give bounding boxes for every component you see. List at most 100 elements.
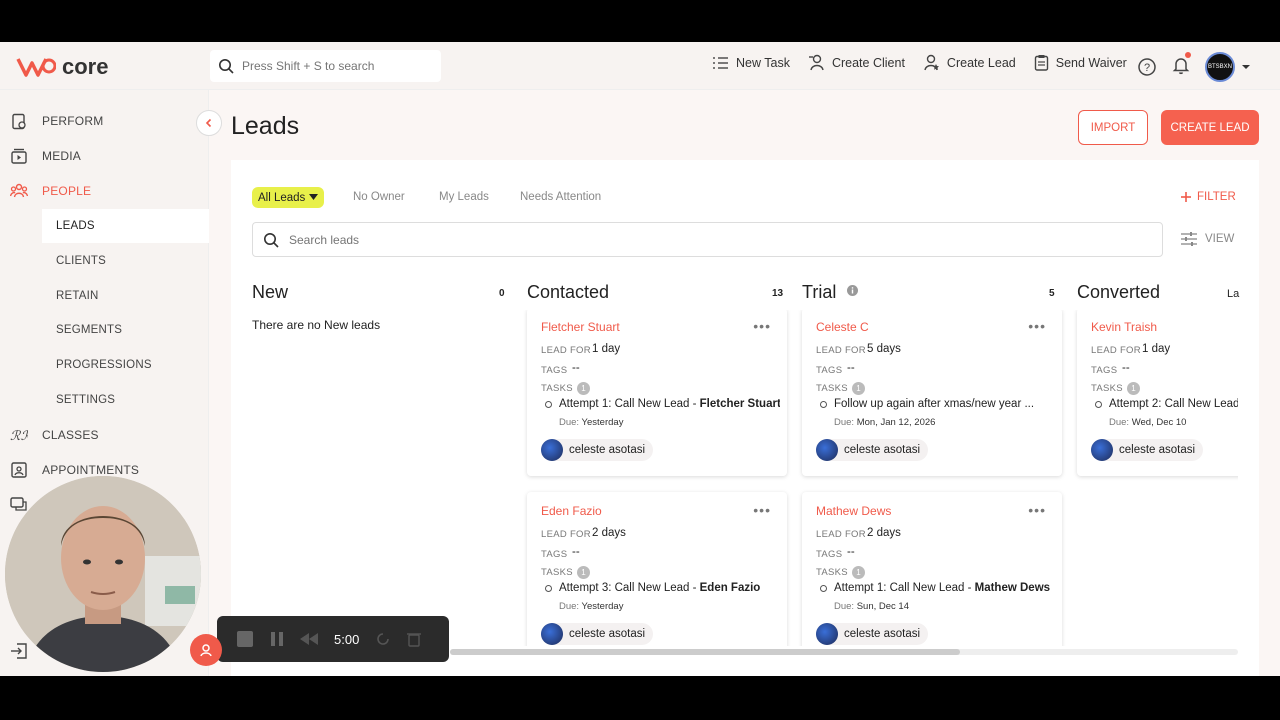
help-icon[interactable]: ? bbox=[1137, 57, 1157, 77]
stop-icon[interactable] bbox=[236, 630, 254, 648]
sidebar-item-leads[interactable]: LEADS bbox=[42, 209, 209, 243]
filter-my-leads[interactable]: My Leads bbox=[439, 191, 489, 203]
info-icon[interactable] bbox=[847, 285, 858, 296]
owner-chip[interactable]: celeste asotasi bbox=[816, 623, 929, 645]
lead-search-input[interactable] bbox=[289, 232, 1089, 247]
sidebar-item-progressions[interactable]: PROGRESSIONS bbox=[42, 348, 209, 382]
lead-card[interactable]: Celeste C ••• LEAD FOR 5 days TAGS -- TA… bbox=[802, 310, 1062, 476]
lead-card[interactable]: Mathew Dews ••• LEAD FOR 2 days TAGS -- … bbox=[802, 492, 1062, 646]
task-item[interactable]: Attempt 2: Call New Lead bbox=[1095, 398, 1238, 410]
lead-name[interactable]: Celeste C bbox=[816, 320, 869, 334]
global-search[interactable] bbox=[210, 50, 441, 82]
task-lead-name: Fletcher Stuart bbox=[699, 398, 780, 410]
rewind-icon[interactable] bbox=[300, 633, 318, 645]
collapse-sidebar-button[interactable] bbox=[196, 110, 222, 136]
send-waiver-button[interactable]: Send Waiver bbox=[1034, 54, 1127, 71]
task-status-icon[interactable] bbox=[1095, 400, 1102, 408]
task-status-icon[interactable] bbox=[820, 400, 827, 408]
global-search-input[interactable] bbox=[242, 59, 422, 73]
view-button[interactable]: VIEW bbox=[1181, 232, 1234, 246]
owner-chip[interactable]: celeste asotasi bbox=[1091, 439, 1204, 461]
lead-name[interactable]: Kevin Traish bbox=[1091, 320, 1157, 334]
chat-icon[interactable] bbox=[10, 495, 28, 513]
filter-all-leads[interactable]: All Leads bbox=[252, 187, 325, 208]
app-window: core New Task Create Client Create Lead … bbox=[0, 42, 1280, 676]
filter-no-owner[interactable]: No Owner bbox=[353, 191, 405, 203]
more-options-icon[interactable]: ••• bbox=[1028, 318, 1046, 334]
column-count-converted: La bbox=[1227, 288, 1240, 300]
logo[interactable]: core bbox=[16, 54, 108, 80]
avatar bbox=[816, 439, 838, 461]
header-icons: ? BTSBXN bbox=[1137, 51, 1251, 82]
column-count-trial: 5 bbox=[1049, 288, 1055, 299]
task-status-icon[interactable] bbox=[545, 584, 552, 592]
more-options-icon[interactable]: ••• bbox=[1028, 502, 1046, 518]
lead-card[interactable]: Fletcher Stuart ••• LEAD FOR 1 day TAGS … bbox=[527, 310, 787, 476]
filter-label: All Leads bbox=[258, 191, 306, 204]
lead-card[interactable]: Eden Fazio ••• LEAD FOR 2 days TAGS -- T… bbox=[527, 492, 787, 646]
plus-icon bbox=[1181, 192, 1191, 202]
task-item[interactable]: Attempt 1: Call New Lead - Fletcher Stua… bbox=[545, 398, 780, 410]
task-item[interactable]: Attempt 3: Call New Lead - Eden Fazio bbox=[545, 582, 780, 594]
sidebar-item-perform[interactable]: PERFORM bbox=[10, 112, 103, 130]
sidebar-item-classes[interactable]: ℛℛ CLASSES bbox=[10, 426, 99, 444]
import-button[interactable]: IMPORT bbox=[1078, 110, 1148, 145]
owner-chip[interactable]: celeste asotasi bbox=[541, 439, 654, 461]
page-title: Leads bbox=[231, 112, 300, 140]
lead-card[interactable]: Kevin Traish LEAD FOR 1 day TAGS -- TASK… bbox=[1077, 310, 1238, 476]
more-options-icon[interactable]: ••• bbox=[753, 502, 771, 518]
avatar bbox=[816, 623, 838, 645]
filter-button[interactable]: FILTER bbox=[1181, 191, 1236, 203]
task-text: Follow up again after xmas/new year ... bbox=[834, 398, 1034, 410]
task-item[interactable]: Follow up again after xmas/new year ... bbox=[820, 398, 1055, 410]
owner-chip[interactable]: celeste asotasi bbox=[541, 623, 654, 645]
new-task-button[interactable]: New Task bbox=[712, 55, 790, 70]
trash-icon[interactable] bbox=[407, 631, 422, 647]
lead-name[interactable]: Eden Fazio bbox=[541, 504, 602, 518]
caret-down-icon bbox=[309, 194, 319, 200]
pause-icon[interactable] bbox=[270, 631, 284, 647]
notifications-button[interactable] bbox=[1171, 51, 1191, 80]
lead-name[interactable]: Fletcher Stuart bbox=[541, 320, 620, 334]
column-title-contacted: Contacted bbox=[527, 282, 610, 302]
filter-needs-attention[interactable]: Needs Attention bbox=[520, 191, 601, 203]
clipboard-check-icon bbox=[12, 113, 26, 130]
task-item[interactable]: Attempt 1: Call New Lead - Mathew Dews bbox=[820, 582, 1055, 594]
lead-for-value: 1 day bbox=[592, 343, 621, 355]
lead-for-label: LEAD FOR bbox=[541, 529, 591, 540]
sidebar-item-segments[interactable]: SEGMENTS bbox=[42, 313, 209, 347]
lead-for-value: 2 days bbox=[592, 527, 626, 539]
lead-name[interactable]: Mathew Dews bbox=[816, 504, 891, 518]
create-lead-button[interactable]: Create Lead bbox=[923, 54, 1016, 71]
sidebar-sub-label: RETAIN bbox=[56, 290, 99, 302]
restart-icon[interactable] bbox=[375, 631, 391, 647]
task-status-icon[interactable] bbox=[820, 584, 827, 592]
tasks-count-badge: 1 bbox=[852, 382, 865, 395]
chevron-down-icon[interactable] bbox=[1241, 62, 1251, 72]
owner-chip[interactable]: celeste asotasi bbox=[816, 439, 929, 461]
logout-icon[interactable] bbox=[10, 642, 28, 660]
recorder-menu-button[interactable] bbox=[190, 634, 222, 666]
sidebar-item-settings[interactable]: SETTINGS bbox=[42, 383, 209, 417]
recorder-logo-icon bbox=[200, 644, 212, 657]
user-avatar[interactable]: BTSBXN bbox=[1205, 52, 1235, 82]
create-lead-main-button[interactable]: CREATE LEAD bbox=[1161, 110, 1259, 145]
more-options-icon[interactable]: ••• bbox=[753, 318, 771, 334]
sidebar-item-people[interactable]: PEOPLE bbox=[10, 182, 91, 200]
search-icon bbox=[219, 59, 234, 74]
column-title-converted: Converted bbox=[1077, 282, 1161, 302]
horizontal-scrollbar[interactable] bbox=[450, 649, 1238, 655]
sidebar-item-clients[interactable]: CLIENTS bbox=[42, 244, 209, 278]
lead-search[interactable] bbox=[252, 222, 1163, 257]
due-date: Sun, Dec 14 bbox=[856, 601, 910, 612]
task-status-icon[interactable] bbox=[545, 400, 552, 408]
scrollbar-thumb[interactable] bbox=[450, 649, 960, 655]
task-due: Due: Wed, Dec 10 bbox=[1109, 417, 1186, 428]
bell-icon bbox=[1172, 57, 1190, 74]
sidebar-item-media[interactable]: MEDIA bbox=[10, 147, 81, 165]
sidebar-label: APPOINTMENTS bbox=[42, 463, 140, 477]
create-client-button[interactable]: Create Client bbox=[808, 54, 905, 71]
sidebar-item-retain[interactable]: RETAIN bbox=[42, 279, 209, 313]
recording-toolbar: 5:00 bbox=[217, 616, 449, 662]
sidebar-item-appointments[interactable]: APPOINTMENTS bbox=[10, 461, 139, 479]
